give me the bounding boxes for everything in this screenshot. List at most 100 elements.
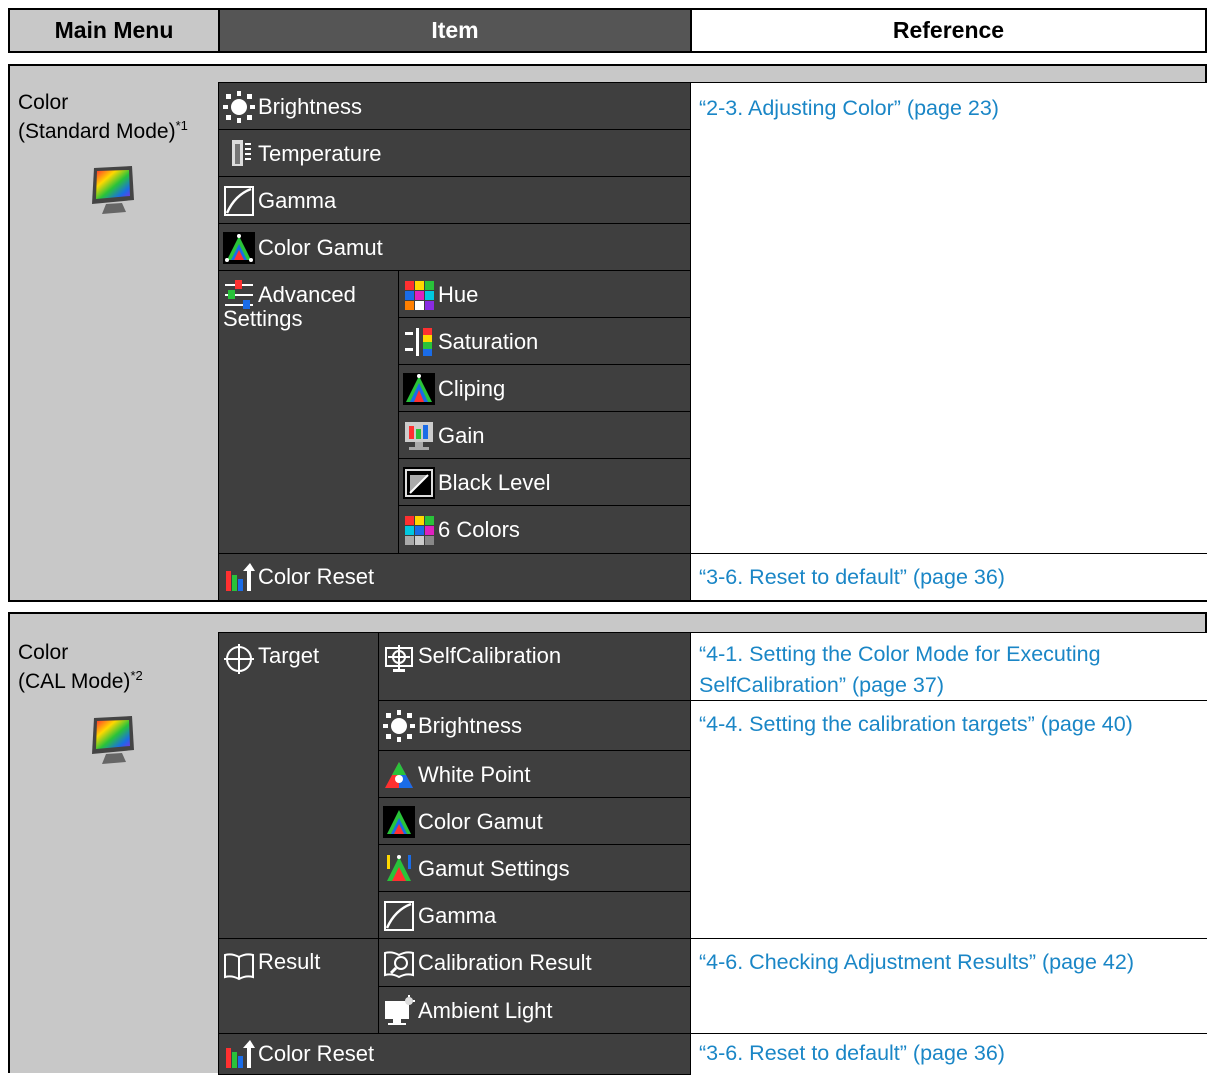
section1-band (8, 64, 1207, 84)
s2-white-point-label: White Point (418, 761, 531, 787)
s1-temperature-label: Temperature (258, 140, 382, 166)
section1-menu-line2: (Standard Mode) (18, 120, 176, 143)
black-level-icon (403, 466, 435, 499)
s2-selfcalibration-label: SelfCalibration (418, 643, 562, 668)
s1-ref-reset-link[interactable]: “3-6. Reset to default” (page 36) (699, 565, 1005, 589)
s1-cliping[interactable]: Cliping (398, 364, 692, 413)
section1-menu-note: *1 (175, 118, 188, 133)
color-reset-icon (223, 561, 255, 593)
ambient-light-icon (383, 994, 415, 1027)
color-gamut-icon (383, 805, 415, 838)
section2-menu-line1: Color (18, 641, 69, 664)
section2-band (8, 612, 1207, 632)
section1-main-menu: Color (Standard Mode)*1 (8, 82, 220, 602)
s2-selfcalibration[interactable]: SelfCalibration (378, 632, 692, 702)
s1-color-reset-label: Color Reset (258, 564, 375, 589)
hue-icon (403, 279, 435, 311)
s2-gamut-settings-label: Gamut Settings (418, 855, 570, 881)
s2-color-reset[interactable]: Color Reset (218, 1033, 692, 1075)
header-reference: Reference (690, 8, 1207, 53)
s1-temperature[interactable]: Temperature (218, 129, 692, 178)
header-reference-label: Reference (892, 17, 1005, 43)
s2-target-label: Target (258, 643, 320, 668)
s2-target[interactable]: Target (218, 632, 380, 944)
s1-saturation-label: Saturation (438, 328, 539, 354)
s1-hue-label: Hue (438, 281, 479, 307)
s2-brightness[interactable]: Brightness (378, 700, 692, 752)
white-point-icon (383, 759, 415, 791)
s2-ambient-light-label: Ambient Light (418, 997, 553, 1023)
s2-color-gamut[interactable]: Color Gamut (378, 797, 692, 846)
calibration-result-icon (383, 947, 415, 979)
s2-ambient-light[interactable]: Ambient Light (378, 986, 692, 1035)
header-item: Item (218, 8, 692, 53)
s2-ref-reset-link[interactable]: “3-6. Reset to default” (page 36) (699, 1041, 1005, 1065)
s1-six-colors[interactable]: 6 Colors (398, 505, 692, 555)
section2-menu-line2-wrap: (CAL Mode)*2 (18, 667, 218, 696)
s1-advanced-label-2: Settings (223, 306, 303, 331)
s1-black-level[interactable]: Black Level (398, 458, 692, 507)
s2-ref-setting-mode-line1[interactable]: “4-1. Setting the Color Mode for Executi… (699, 639, 1201, 670)
s1-brightness-label: Brightness (258, 93, 362, 119)
s1-gamma-label: Gamma (258, 187, 337, 213)
sun-icon (383, 710, 415, 742)
saturation-icon (403, 326, 435, 358)
s2-ref-setting-mode-line2[interactable]: SelfCalibration” (page 37) (699, 670, 1201, 701)
header-main-menu-label: Main Menu (54, 17, 174, 43)
thermometer-icon (223, 138, 255, 170)
color-gamut-icon (223, 231, 255, 264)
s1-gain-label: Gain (438, 422, 485, 448)
s1-ref-adjusting-link[interactable]: “2-3. Adjusting Color” (page 23) (699, 96, 999, 120)
s2-color-gamut-label: Color Gamut (418, 808, 543, 834)
gain-icon (403, 420, 435, 452)
s2-ref-targets-link[interactable]: “4-4. Setting the calibration targets” (… (699, 712, 1133, 736)
six-colors-icon (403, 514, 435, 546)
s1-saturation[interactable]: Saturation (398, 317, 692, 366)
sun-icon (223, 90, 255, 123)
monitor-color-icon (84, 712, 140, 768)
s2-color-reset-label: Color Reset (258, 1041, 375, 1066)
s2-gamma-label: Gamma (418, 902, 497, 928)
monitor-color-icon (84, 162, 140, 218)
header-main-menu: Main Menu (8, 8, 220, 53)
gamma-curve-icon (383, 900, 415, 932)
s1-advanced-settings[interactable]: Advanced Settings (218, 270, 400, 555)
section2-menu-note: *2 (130, 668, 143, 683)
s1-hue[interactable]: Hue (398, 270, 692, 319)
header-item-label: Item (431, 17, 479, 43)
s1-brightness[interactable]: Brightness (218, 82, 692, 131)
s2-ref-targets: “4-4. Setting the calibration targets” (… (690, 700, 1207, 940)
gamut-settings-icon (383, 853, 415, 885)
clipping-icon (403, 372, 435, 405)
s1-color-reset[interactable]: Color Reset (218, 553, 692, 602)
section2-main-menu: Color (CAL Mode)*2 (8, 632, 220, 1073)
s1-ref-adjusting: “2-3. Adjusting Color” (page 23) (690, 82, 1207, 555)
s2-calibration-result[interactable]: Calibration Result (378, 938, 692, 988)
s1-six-colors-label: 6 Colors (438, 517, 520, 542)
color-reset-icon (223, 1038, 255, 1070)
s2-ref-reset: “3-6. Reset to default” (page 36) (690, 1033, 1207, 1075)
s1-black-level-label: Black Level (438, 469, 551, 495)
s2-ref-results-link[interactable]: “4-6. Checking Adjustment Results” (page… (699, 950, 1134, 974)
s2-gamut-settings[interactable]: Gamut Settings (378, 844, 692, 893)
section1-menu-line2-wrap: (Standard Mode)*1 (18, 117, 218, 146)
s1-cliping-label: Cliping (438, 375, 506, 401)
s2-result[interactable]: Result (218, 938, 380, 1035)
s2-ref-setting-mode: “4-1. Setting the Color Mode for Executi… (690, 632, 1207, 702)
gamma-curve-icon (223, 185, 255, 217)
section1-menu-line1: Color (18, 91, 69, 114)
section2-menu-line2: (CAL Mode) (18, 670, 131, 693)
s1-color-gamut-label: Color Gamut (258, 234, 383, 260)
s2-white-point[interactable]: White Point (378, 750, 692, 799)
s2-ref-results: “4-6. Checking Adjustment Results” (page… (690, 938, 1207, 1035)
s1-color-gamut[interactable]: Color Gamut (218, 223, 692, 272)
s2-calibration-result-label: Calibration Result (418, 950, 592, 975)
s1-gain[interactable]: Gain (398, 411, 692, 460)
s1-gamma[interactable]: Gamma (218, 176, 692, 225)
s2-gamma[interactable]: Gamma (378, 891, 692, 940)
s2-result-label: Result (258, 949, 321, 974)
s2-brightness-label: Brightness (418, 713, 522, 738)
book-icon (223, 949, 255, 981)
target-crosshair-icon (223, 643, 255, 675)
s1-ref-reset: “3-6. Reset to default” (page 36) (690, 553, 1207, 602)
